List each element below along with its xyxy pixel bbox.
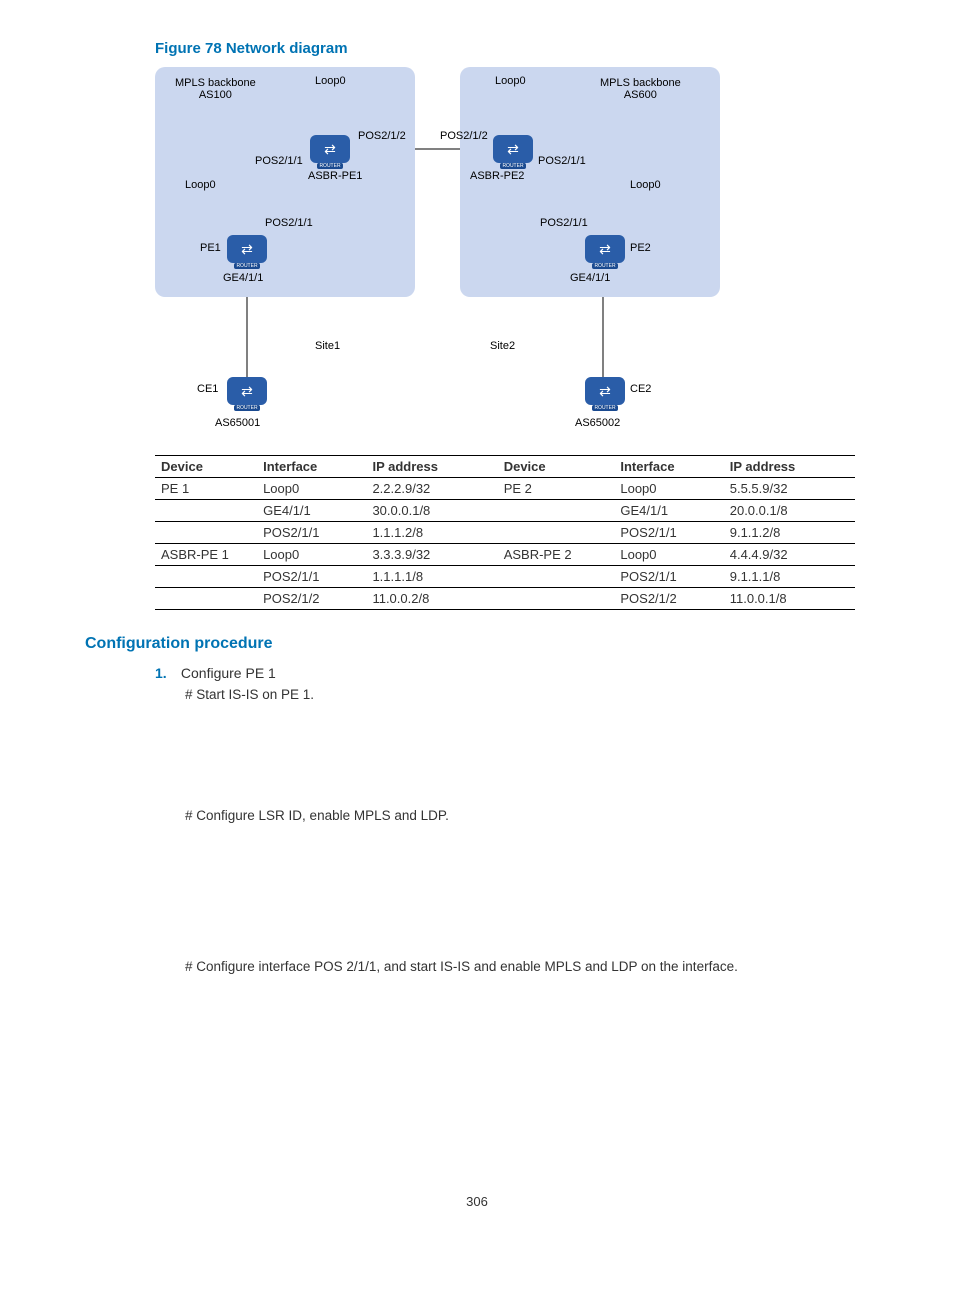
as-left-label: MPLS backbone AS100: [175, 77, 256, 101]
table-cell: 30.0.0.1/8: [366, 500, 497, 522]
ce2-label: CE2: [630, 383, 651, 395]
as-right-label: MPLS backbone AS600: [600, 77, 681, 101]
table-cell: 9.1.1.2/8: [724, 522, 855, 544]
pos212-label: POS2/1/2: [358, 130, 406, 142]
table-cell: ASBR-PE 2: [498, 544, 615, 566]
table-row: GE4/1/130.0.0.1/8GE4/1/120.0.0.1/8: [155, 500, 855, 522]
step-number: 1.: [155, 665, 177, 681]
table-cell: GE4/1/1: [257, 500, 366, 522]
table-cell: [498, 500, 615, 522]
loop0-label: Loop0: [630, 179, 661, 191]
figure-title: Figure 78 Network diagram: [155, 40, 869, 57]
th-device: Device: [498, 456, 615, 478]
table-cell: POS2/1/2: [257, 588, 366, 610]
th-interface: Interface: [614, 456, 723, 478]
table-cell: 20.0.0.1/8: [724, 500, 855, 522]
router-icon: ROUTER: [585, 235, 625, 263]
pos211-label: POS2/1/1: [540, 217, 588, 229]
step-substep: # Configure interface POS 2/1/1, and sta…: [185, 959, 869, 974]
table-cell: POS2/1/2: [614, 588, 723, 610]
pe1-label: PE1: [200, 242, 221, 254]
table-cell: 4.4.4.9/32: [724, 544, 855, 566]
pos211-label: POS2/1/1: [255, 155, 303, 167]
router-icon: ROUTER: [493, 135, 533, 163]
step-text: Configure PE 1: [181, 665, 276, 681]
loop0-label: Loop0: [315, 75, 346, 87]
ip-address-table: Device Interface IP address Device Inter…: [155, 455, 855, 610]
table-cell: 1.1.1.1/8: [366, 566, 497, 588]
network-diagram: MPLS backbone AS100 MPLS backbone AS600 …: [155, 67, 855, 447]
pos211-label: POS2/1/1: [265, 217, 313, 229]
table-row: ASBR-PE 1Loop03.3.3.9/32ASBR-PE 2Loop04.…: [155, 544, 855, 566]
table-row: POS2/1/11.1.1.1/8POS2/1/19.1.1.1/8: [155, 566, 855, 588]
loop0-label: Loop0: [495, 75, 526, 87]
table-cell: 11.0.0.2/8: [366, 588, 497, 610]
table-header-row: Device Interface IP address Device Inter…: [155, 456, 855, 478]
th-ip: IP address: [366, 456, 497, 478]
procedure-step: 1. Configure PE 1: [155, 665, 869, 681]
table-cell: POS2/1/1: [257, 522, 366, 544]
pe2-label: PE2: [630, 242, 651, 254]
table-row: PE 1Loop02.2.2.9/32PE 2Loop05.5.5.9/32: [155, 478, 855, 500]
table-cell: [155, 500, 257, 522]
table-cell: PE 2: [498, 478, 615, 500]
table-cell: [155, 566, 257, 588]
table-cell: GE4/1/1: [614, 500, 723, 522]
pos212-label: POS2/1/2: [440, 130, 488, 142]
table-cell: [498, 588, 615, 610]
table-cell: POS2/1/1: [614, 522, 723, 544]
section-title: Configuration procedure: [85, 635, 869, 653]
table-cell: 5.5.5.9/32: [724, 478, 855, 500]
as65002-label: AS65002: [575, 417, 620, 429]
th-ip: IP address: [724, 456, 855, 478]
loop0-label: Loop0: [185, 179, 216, 191]
asbr-pe1-label: ASBR-PE1: [308, 170, 362, 182]
table-row: POS2/1/211.0.0.2/8POS2/1/211.0.0.1/8: [155, 588, 855, 610]
table-cell: POS2/1/1: [614, 566, 723, 588]
table-cell: 2.2.2.9/32: [366, 478, 497, 500]
page-number: 306: [85, 1194, 869, 1209]
table-cell: Loop0: [257, 478, 366, 500]
step-substep: # Configure LSR ID, enable MPLS and LDP.: [185, 808, 869, 823]
step-substep: # Start IS-IS on PE 1.: [185, 687, 869, 702]
as65001-label: AS65001: [215, 417, 260, 429]
table-cell: 11.0.0.1/8: [724, 588, 855, 610]
table-cell: ASBR-PE 1: [155, 544, 257, 566]
table-cell: Loop0: [257, 544, 366, 566]
ge411-label: GE4/1/1: [223, 272, 263, 284]
router-icon: ROUTER: [227, 235, 267, 263]
router-icon: ROUTER: [310, 135, 350, 163]
table-cell: [155, 522, 257, 544]
table-cell: Loop0: [614, 478, 723, 500]
th-device: Device: [155, 456, 257, 478]
router-icon: ROUTER: [585, 377, 625, 405]
table-cell: PE 1: [155, 478, 257, 500]
site1-label: Site1: [315, 340, 340, 352]
pos211-label: POS2/1/1: [538, 155, 586, 167]
table-row: POS2/1/11.1.1.2/8POS2/1/19.1.1.2/8: [155, 522, 855, 544]
table-cell: Loop0: [614, 544, 723, 566]
router-icon: ROUTER: [227, 377, 267, 405]
table-cell: POS2/1/1: [257, 566, 366, 588]
table-cell: 3.3.3.9/32: [366, 544, 497, 566]
table-cell: 9.1.1.1/8: [724, 566, 855, 588]
th-interface: Interface: [257, 456, 366, 478]
ce1-label: CE1: [197, 383, 218, 395]
table-cell: [498, 566, 615, 588]
ge411-label: GE4/1/1: [570, 272, 610, 284]
table-cell: 1.1.1.2/8: [366, 522, 497, 544]
asbr-pe2-label: ASBR-PE2: [470, 170, 524, 182]
table-cell: [155, 588, 257, 610]
site2-label: Site2: [490, 340, 515, 352]
table-cell: [498, 522, 615, 544]
